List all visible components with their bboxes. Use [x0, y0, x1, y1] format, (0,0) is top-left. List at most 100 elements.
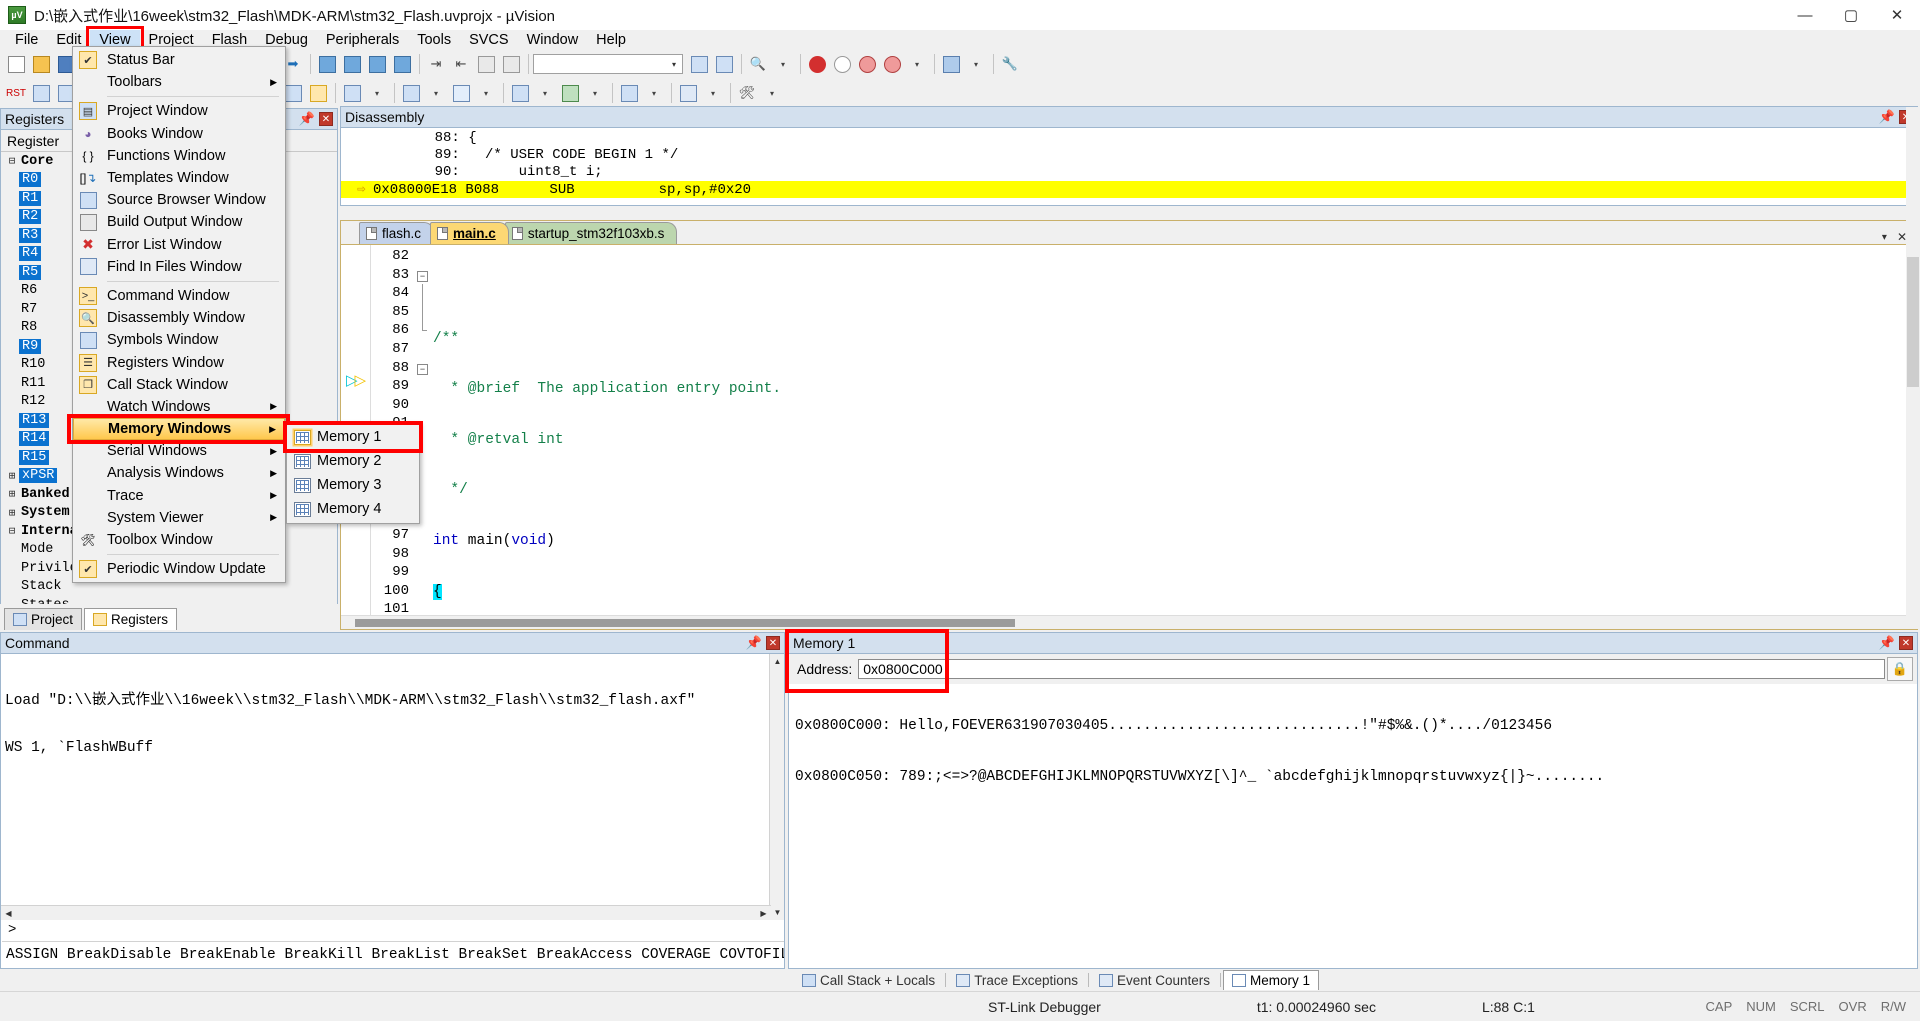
breakpoint-disable-icon[interactable] [830, 52, 854, 76]
minimize-button[interactable]: — [1782, 0, 1828, 30]
view-menu-item-status-bar[interactable]: ✔ Status Bar [73, 49, 285, 71]
breakpoint-disable-all-icon[interactable] [880, 52, 904, 76]
menu-file[interactable]: File [6, 30, 47, 50]
serial-dropdown-icon[interactable]: ▾ [533, 81, 557, 105]
scroll-left-icon[interactable]: ◀ [1, 906, 16, 921]
menu-svcs[interactable]: SVCS [460, 30, 518, 50]
code-text[interactable]: /** * @brief The application entry point… [433, 245, 1917, 629]
manage-windows-icon[interactable] [939, 52, 963, 76]
pin-icon[interactable]: 📌 [1879, 109, 1895, 125]
toolbox-dropdown-icon[interactable]: ▾ [760, 81, 784, 105]
bookmark-toggle-icon[interactable] [315, 52, 339, 76]
expand-icon[interactable]: ⊟ [5, 524, 19, 538]
configure-icon[interactable]: 🔧 [998, 52, 1022, 76]
view-menu-item-memory-windows[interactable]: Memory Windows ▶ [67, 414, 290, 445]
new-file-icon[interactable] [4, 52, 28, 76]
toolbox-window-icon[interactable]: 🛠 [735, 81, 759, 105]
editor-tab-main-c[interactable]: main.c [430, 222, 509, 244]
view-menu-item-find-in-files-window[interactable]: Find In Files Window [73, 256, 285, 278]
submenu-item-memory-4[interactable]: Memory 4 [287, 497, 419, 521]
reset-cpu-icon[interactable]: RST [4, 81, 28, 105]
view-menu-item-trace[interactable]: Trace ▶ [73, 485, 285, 507]
bottom-tab-event-counters[interactable]: Event Counters [1091, 971, 1218, 990]
find-combo[interactable]: ▾ [533, 54, 683, 74]
menu-window[interactable]: Window [518, 30, 588, 50]
bottom-tab-call-stack-locals[interactable]: Call Stack + Locals [794, 971, 943, 990]
call-stack-dropdown-icon[interactable]: ▾ [365, 81, 389, 105]
menu-help[interactable]: Help [587, 30, 635, 50]
view-menu-item-registers-window[interactable]: ☰ Registers Window [73, 351, 285, 373]
address-input[interactable]: 0x0800C000 [858, 659, 1885, 679]
memory-dump[interactable]: 0x0800C000: Hello,FOEVER631907030405....… [789, 684, 1917, 804]
system-viewer-dropdown-icon[interactable]: ▾ [701, 81, 725, 105]
close-icon[interactable]: ✕ [766, 636, 780, 650]
view-menu-item-disassembly-window[interactable]: 🔍 Disassembly Window [73, 307, 285, 329]
expand-icon[interactable]: ⊞ [5, 506, 19, 520]
incremental-find-icon[interactable] [712, 52, 736, 76]
scroll-down-icon[interactable]: ▼ [770, 905, 785, 920]
menu-peripherals[interactable]: Peripherals [317, 30, 408, 50]
view-menu-item-call-stack-window[interactable]: ❐ Call Stack Window [73, 374, 285, 396]
editor-vertical-scrollbar[interactable] [1906, 107, 1920, 629]
pin-icon[interactable]: 📌 [299, 111, 315, 127]
editor-tab-startup-s[interactable]: startup_stm32f103xb.s [504, 222, 678, 244]
memory-dropdown-icon[interactable]: ▾ [474, 81, 498, 105]
view-menu-item-serial-windows[interactable]: Serial Windows ▶ [73, 440, 285, 462]
open-file-icon[interactable] [29, 52, 53, 76]
bookmark-next-icon[interactable] [340, 52, 364, 76]
tab-project[interactable]: Project [4, 608, 83, 630]
chevron-down-icon[interactable]: ▾ [666, 60, 682, 69]
view-menu-item-toolbox-window[interactable]: 🛠 Toolbox Window [73, 529, 285, 551]
view-menu-item-periodic-window-update[interactable]: ✔ Periodic Window Update [73, 558, 285, 580]
manage-windows-dropdown-icon[interactable]: ▾ [964, 52, 988, 76]
view-menu-item-watch-windows[interactable]: Watch Windows ▶ [73, 396, 285, 418]
expand-icon[interactable]: ⊞ [5, 469, 19, 483]
maximize-button[interactable]: ▢ [1828, 0, 1874, 30]
analysis-window-icon[interactable] [558, 81, 582, 105]
outdent-icon[interactable]: ⇤ [449, 52, 473, 76]
watch-window-icon[interactable] [399, 81, 423, 105]
bottom-tab-memory-1[interactable]: Memory 1 [1223, 970, 1320, 990]
scroll-up-icon[interactable]: ▲ [770, 654, 785, 669]
fold-toggle-icon[interactable]: − [417, 270, 428, 282]
debug-dropdown-icon[interactable]: ▾ [771, 52, 795, 76]
view-menu-item-templates-window[interactable]: [] ↴ Templates Window [73, 167, 285, 189]
registers-window-icon[interactable] [306, 81, 330, 105]
submenu-item-memory-1[interactable]: Memory 1 [283, 421, 423, 453]
system-viewer-icon[interactable] [676, 81, 700, 105]
pin-icon[interactable]: 📌 [746, 635, 762, 651]
debug-start-icon[interactable]: 🔍 [746, 52, 770, 76]
view-menu-item-books-window[interactable]: ◕ Books Window [73, 123, 285, 145]
close-icon[interactable]: ✕ [319, 112, 333, 126]
bookmark-prev-icon[interactable] [365, 52, 389, 76]
view-menu-item-build-output-window[interactable]: Build Output Window [73, 211, 285, 233]
breakpoint-dropdown-icon[interactable]: ▾ [905, 52, 929, 76]
pin-icon[interactable]: 📌 [1879, 635, 1895, 651]
view-menu-item-project-window[interactable]: ▤ Project Window [73, 100, 285, 122]
call-stack-window-icon[interactable] [340, 81, 364, 105]
scrollbar-thumb[interactable] [355, 619, 1015, 627]
menu-tools[interactable]: Tools [408, 30, 460, 50]
expand-icon[interactable]: ⊟ [5, 154, 19, 168]
editor-horizontal-scrollbar[interactable] [341, 615, 1917, 629]
trace-window-icon[interactable] [617, 81, 641, 105]
command-horizontal-scrollbar[interactable]: ◀ ▶ [1, 905, 771, 920]
comment-icon[interactable] [474, 52, 498, 76]
view-menu-item-source-browser-window[interactable]: Source Browser Window [73, 189, 285, 211]
scroll-right-icon[interactable]: ▶ [756, 906, 771, 921]
command-input[interactable]: > [2, 920, 784, 940]
find-in-files-icon[interactable] [687, 52, 711, 76]
tab-registers[interactable]: Registers [84, 608, 178, 630]
trace-dropdown-icon[interactable]: ▾ [642, 81, 666, 105]
bottom-tab-trace-exceptions[interactable]: Trace Exceptions [948, 971, 1086, 990]
code-area[interactable]: ▷▷ 82 83 84 85 86 87 88 89 90 91 92 93 9… [341, 245, 1917, 629]
editor-dropdown-icon[interactable]: ▾ [1882, 232, 1887, 243]
view-menu-item-functions-window[interactable]: { } Functions Window [73, 145, 285, 167]
close-button[interactable]: ✕ [1874, 0, 1920, 30]
lock-icon[interactable]: 🔒 [1887, 657, 1913, 681]
editor-tab-flash-c[interactable]: flash.c [359, 222, 435, 244]
close-icon[interactable]: ✕ [1899, 636, 1913, 650]
view-menu-item-error-list-window[interactable]: ✖ Error List Window [73, 234, 285, 256]
submenu-item-memory-3[interactable]: Memory 3 [287, 473, 419, 497]
view-menu-item-system-viewer[interactable]: System Viewer ▶ [73, 507, 285, 529]
